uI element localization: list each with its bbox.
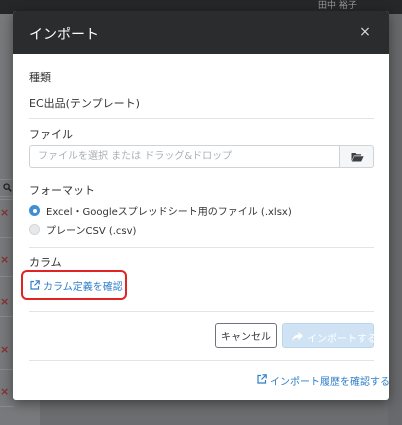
import-button[interactable]: インポートする (282, 323, 377, 348)
table-row-divider (0, 276, 14, 277)
column-definition-link[interactable]: カラム定義を確認 (21, 270, 127, 300)
file-label: ファイル (29, 128, 73, 141)
delete-icon: × (0, 385, 10, 398)
radio-csv-label[interactable]: プレーンCSV (.csv) (46, 222, 136, 237)
user-name: 田中 裕子 (318, 1, 357, 11)
table-row-divider (0, 316, 14, 317)
table-row-divider (0, 237, 14, 238)
file-input[interactable] (29, 145, 339, 168)
divider (29, 247, 374, 248)
table-row-divider (0, 369, 14, 370)
table-search-area (0, 179, 14, 197)
dialog-header: インポート × (13, 11, 389, 54)
folder-open-icon (351, 153, 364, 162)
divider (29, 360, 374, 361)
radio-csv[interactable] (29, 224, 40, 235)
import-history-link-text[interactable]: インポート履歴を確認する (270, 373, 389, 388)
dialog-title: インポート (29, 27, 99, 43)
file-browse-button[interactable] (339, 145, 374, 168)
type-value: EC出品(テンプレート) (29, 97, 140, 110)
search-icon (3, 183, 12, 192)
external-link-icon (30, 280, 40, 290)
close-icon[interactable]: × (355, 23, 375, 41)
type-label: 種類 (29, 71, 51, 84)
radio-xlsx-label[interactable]: Excel・Googleスプレッドシート用のファイル (.xlsx) (46, 203, 292, 218)
radio-xlsx[interactable] (29, 205, 40, 216)
delete-icon: × (0, 253, 10, 266)
delete-icon: × (0, 206, 10, 219)
table-row-divider (0, 199, 14, 200)
external-link-icon (257, 374, 267, 384)
divider (29, 118, 374, 119)
column-definition-link-text[interactable]: カラム定義を確認 (43, 278, 123, 293)
table-row-divider (0, 406, 14, 407)
share-arrow-icon (292, 332, 303, 341)
format-label: フォーマット (29, 184, 95, 197)
delete-icon: × (0, 343, 10, 356)
app-bottom-area (40, 398, 388, 425)
column-label: カラム (29, 256, 62, 269)
delete-icon: × (0, 295, 10, 308)
divider (29, 311, 374, 312)
import-button-label: インポートする (307, 334, 377, 345)
import-dialog: インポート × 種類 EC出品(テンプレート) ファイル フォーマット Exce… (13, 11, 389, 400)
app-right-edge (388, 14, 402, 425)
cancel-button[interactable]: キャンセル (215, 323, 277, 348)
